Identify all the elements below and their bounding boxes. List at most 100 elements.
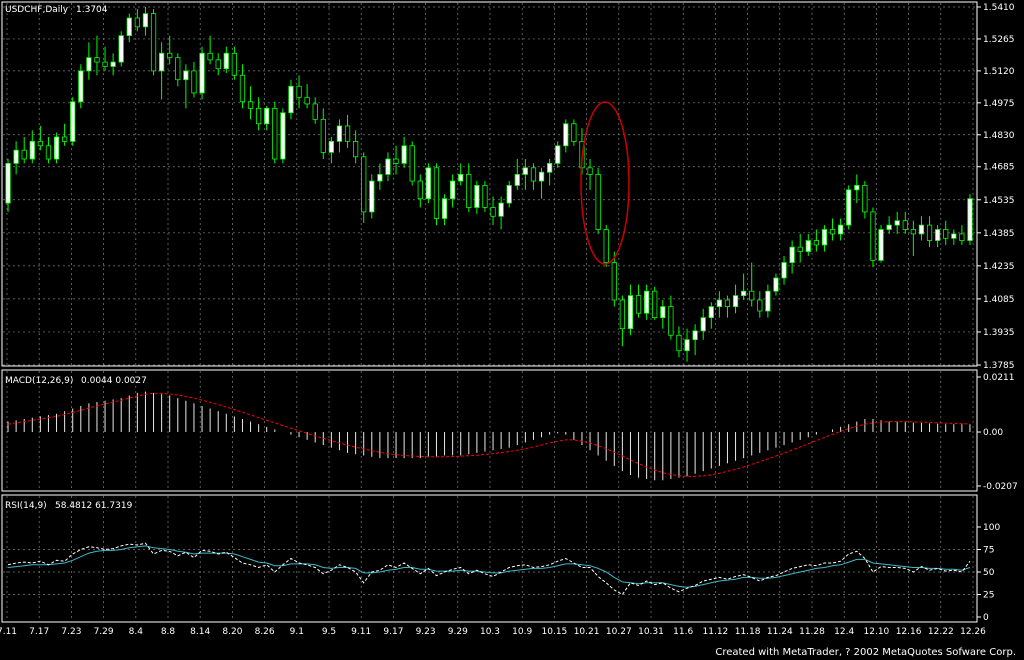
candle-body[interactable]	[37, 140, 43, 147]
candle-body[interactable]	[902, 220, 908, 230]
candle-body[interactable]	[926, 224, 933, 241]
candle-body[interactable]	[175, 57, 181, 81]
candle-body[interactable]	[821, 229, 828, 246]
candle-body[interactable]	[943, 229, 949, 239]
candle-body[interactable]	[910, 229, 916, 235]
candle-body[interactable]	[967, 198, 973, 241]
candle-body[interactable]	[692, 330, 698, 341]
candle-body[interactable]	[959, 233, 965, 241]
candle-body[interactable]	[506, 185, 512, 204]
candle-body[interactable]	[102, 61, 108, 67]
candle-body[interactable]	[676, 334, 682, 352]
candle-body[interactable]	[199, 52, 205, 94]
candle-body[interactable]	[361, 156, 367, 213]
candle-body[interactable]	[757, 299, 763, 312]
candle-body[interactable]	[773, 277, 779, 292]
candle-body[interactable]	[789, 246, 795, 263]
candle-body[interactable]	[21, 149, 27, 160]
candle-body[interactable]	[813, 240, 819, 246]
candle-body[interactable]	[239, 74, 246, 103]
candle-body[interactable]	[700, 317, 706, 332]
candle-body[interactable]	[215, 59, 221, 70]
candle-body[interactable]	[344, 125, 351, 142]
candle-body[interactable]	[353, 140, 359, 158]
candle-body[interactable]	[142, 13, 149, 28]
candle-body[interactable]	[29, 140, 35, 160]
candle-body[interactable]	[732, 295, 739, 308]
candle-body[interactable]	[433, 167, 440, 219]
candle-body[interactable]	[45, 145, 52, 160]
candle-body[interactable]	[547, 163, 553, 173]
candle-body[interactable]	[231, 52, 237, 76]
candle-body[interactable]	[118, 35, 124, 63]
candle-body[interactable]	[838, 224, 844, 235]
candle-body[interactable]	[595, 174, 601, 230]
candle-body[interactable]	[708, 306, 714, 319]
candle-body[interactable]	[70, 101, 76, 142]
candle-body[interactable]	[749, 290, 755, 301]
candle-body[interactable]	[328, 140, 334, 153]
candle-body[interactable]	[159, 52, 165, 72]
candle-body[interactable]	[862, 185, 868, 213]
candle-body[interactable]	[587, 167, 593, 175]
candle-body[interactable]	[320, 118, 326, 153]
candle-body[interactable]	[797, 246, 803, 252]
candle-body[interactable]	[781, 262, 787, 279]
candle-body[interactable]	[652, 290, 658, 319]
candle-body[interactable]	[878, 229, 884, 261]
candle-body[interactable]	[724, 299, 731, 308]
candle-body[interactable]	[304, 96, 310, 105]
candle-body[interactable]	[280, 112, 286, 160]
candle-body[interactable]	[264, 107, 270, 125]
candle-body[interactable]	[5, 163, 11, 204]
candle-body[interactable]	[829, 229, 836, 235]
candle-body[interactable]	[555, 145, 561, 164]
candle-body[interactable]	[805, 240, 811, 252]
candle-body[interactable]	[522, 167, 528, 175]
candle-body[interactable]	[126, 17, 132, 37]
candle-body[interactable]	[191, 70, 197, 94]
candle-body[interactable]	[458, 174, 464, 182]
candle-body[interactable]	[918, 224, 925, 235]
candle-body[interactable]	[110, 61, 116, 67]
candle-body[interactable]	[951, 233, 957, 239]
candle-body[interactable]	[668, 306, 674, 336]
candle-body[interactable]	[94, 57, 100, 63]
candle-body[interactable]	[741, 290, 747, 297]
candle-body[interactable]	[450, 180, 456, 200]
candle-body[interactable]	[563, 123, 569, 147]
candle-body[interactable]	[660, 306, 666, 319]
candle-body[interactable]	[886, 224, 892, 230]
candle-body[interactable]	[377, 174, 383, 182]
candle-body[interactable]	[441, 198, 448, 219]
candle-body[interactable]	[223, 52, 229, 70]
candle-body[interactable]	[86, 57, 92, 72]
candle-body[interactable]	[716, 299, 722, 308]
candle-body[interactable]	[644, 290, 650, 314]
candle-body[interactable]	[635, 295, 642, 314]
candle-body[interactable]	[207, 52, 213, 61]
candle-body[interactable]	[62, 136, 68, 142]
candle-body[interactable]	[256, 107, 262, 125]
candle-body[interactable]	[409, 145, 415, 182]
candle-body[interactable]	[514, 174, 520, 186]
candle-body[interactable]	[765, 290, 771, 312]
candle-body[interactable]	[474, 185, 480, 208]
candle-body[interactable]	[538, 171, 545, 182]
candle-body[interactable]	[619, 299, 625, 330]
candle-body[interactable]	[498, 202, 504, 217]
candle-body[interactable]	[312, 103, 318, 120]
candle-body[interactable]	[611, 262, 617, 301]
candle-body[interactable]	[167, 52, 173, 59]
candle-body[interactable]	[571, 123, 577, 142]
candle-body[interactable]	[425, 167, 431, 200]
candle-body[interactable]	[846, 189, 852, 226]
candle-body[interactable]	[684, 339, 690, 352]
candle-body[interactable]	[627, 295, 634, 330]
candle-body[interactable]	[401, 145, 407, 164]
candle-body[interactable]	[603, 229, 609, 263]
candle-body[interactable]	[150, 13, 157, 72]
candle-body[interactable]	[854, 185, 860, 191]
candle-body[interactable]	[288, 85, 294, 114]
candle-body[interactable]	[369, 180, 375, 213]
